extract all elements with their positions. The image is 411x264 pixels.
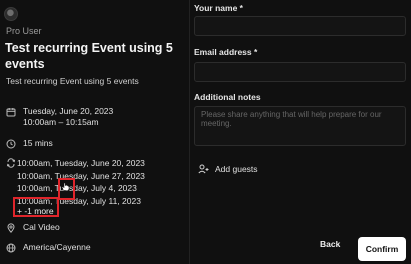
name-input[interactable] xyxy=(194,16,406,36)
calendar-icon xyxy=(6,108,16,117)
duration-row: 15 mins xyxy=(6,138,53,149)
event-location: Cal Video xyxy=(23,222,60,232)
booking-summary-panel: Pro User Test recurring Event using 5 ev… xyxy=(0,0,190,264)
avatar xyxy=(4,7,18,21)
timezone-row: America/Cayenne xyxy=(6,242,91,253)
event-duration: 15 mins xyxy=(23,138,53,148)
email-input[interactable] xyxy=(194,62,406,82)
email-label: Email address * xyxy=(194,47,258,57)
event-description: Test recurring Event using 5 events xyxy=(6,76,139,86)
hand-cursor-icon xyxy=(61,182,70,191)
add-guests-label: Add guests xyxy=(215,164,258,174)
occurrence-item: 10:00am, Tuesday, June 27, 2023 xyxy=(17,170,145,181)
date-row: Tuesday, June 20, 2023 10:00am – 10:15am xyxy=(6,106,113,127)
clock-icon xyxy=(6,139,16,149)
notes-label: Additional notes xyxy=(194,92,261,102)
map-pin-icon xyxy=(7,223,15,233)
event-time-range: 10:00am – 10:15am xyxy=(23,116,99,127)
confirm-button[interactable]: Confirm xyxy=(358,237,406,261)
name-label: Your name * xyxy=(194,3,243,13)
location-row: Cal Video xyxy=(6,222,60,233)
event-title: Test recurring Event using 5 events xyxy=(5,41,173,71)
add-guests-button[interactable]: Add guests xyxy=(198,164,258,174)
event-timezone[interactable]: America/Cayenne xyxy=(23,242,91,253)
back-button[interactable]: Back xyxy=(320,239,340,249)
more-occurrences-link[interactable]: + -1 more xyxy=(17,206,54,216)
notes-textarea[interactable] xyxy=(194,106,406,146)
user-plus-icon xyxy=(198,164,209,174)
occurrence-list: 10:00am, Tuesday, June 20, 2023 10:00am,… xyxy=(17,157,145,207)
globe-icon xyxy=(6,243,16,253)
repeat-icon xyxy=(6,158,16,168)
occurrence-item: 10:00am, Tuesday, July 4, 2023 xyxy=(17,183,137,193)
event-date: Tuesday, June 20, 2023 xyxy=(23,106,114,116)
occurrence-item: 10:00am, Tuesday, June 20, 2023 xyxy=(17,158,145,168)
profile-name: Pro User xyxy=(6,26,42,36)
